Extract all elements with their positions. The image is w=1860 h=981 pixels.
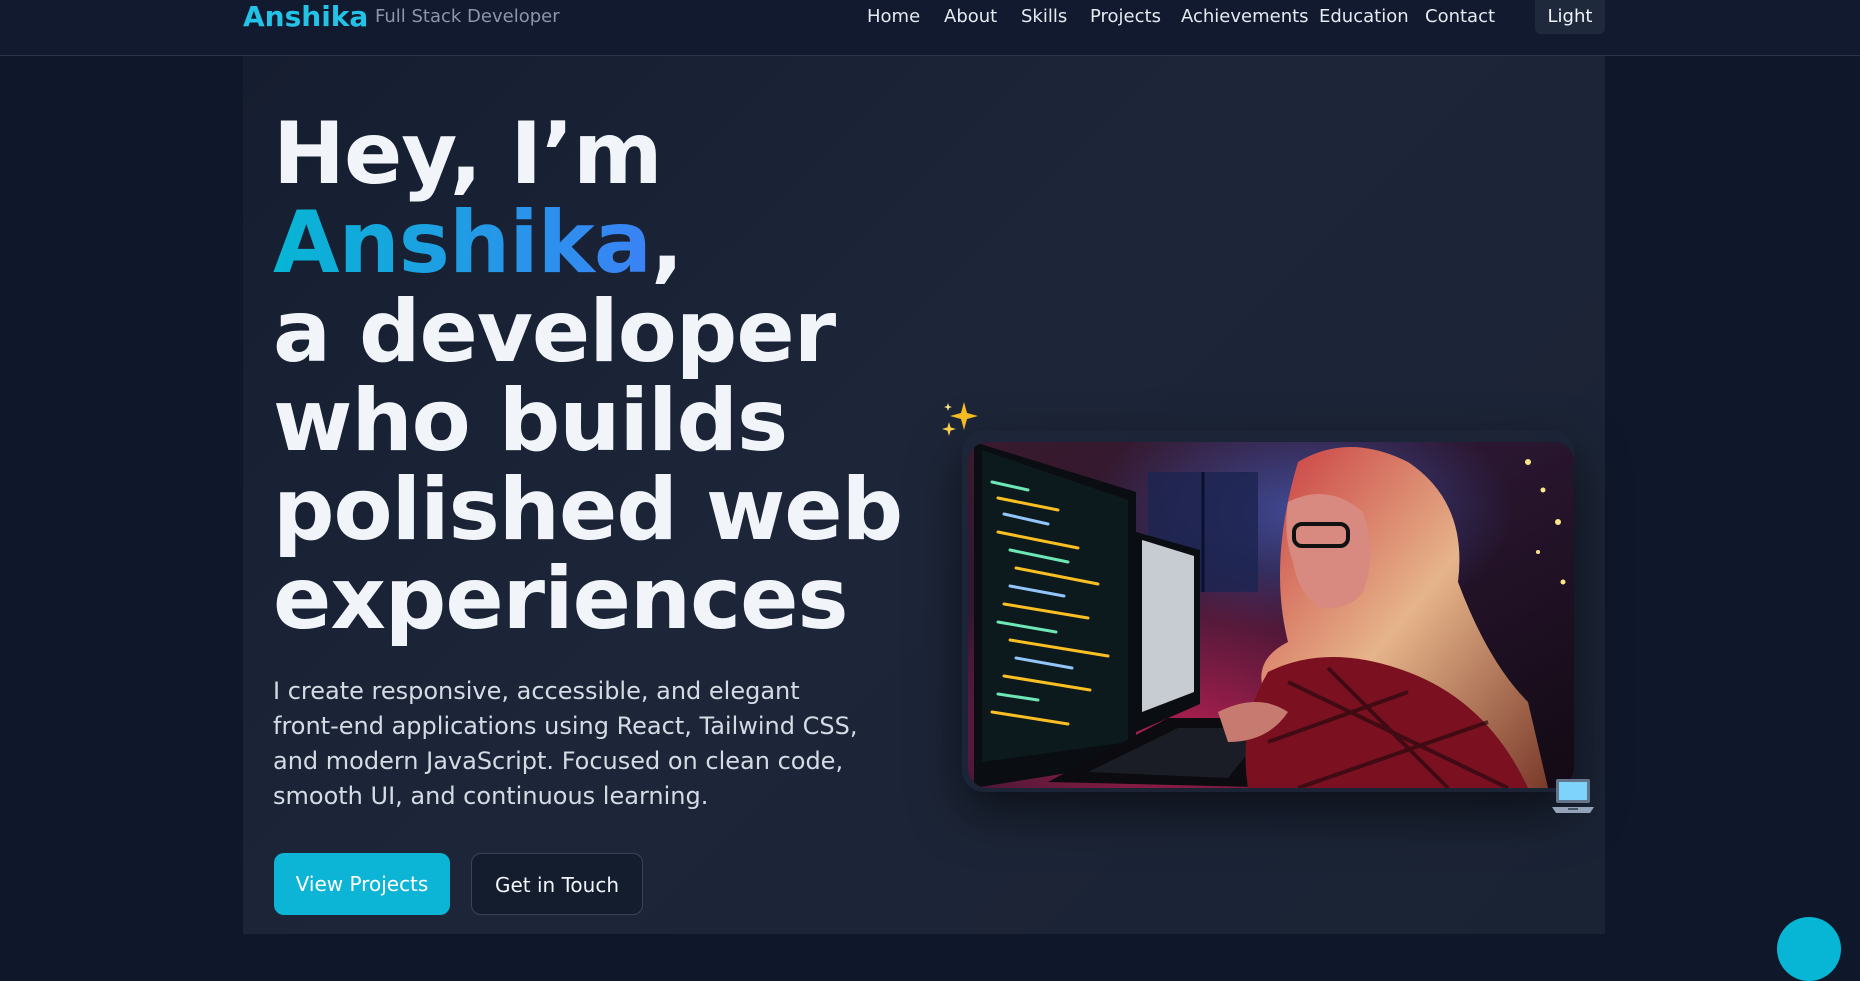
hero-title-comma: , — [650, 193, 684, 293]
view-projects-button[interactable]: View Projects — [274, 853, 450, 915]
hero-title-line-5: polished web — [273, 460, 903, 560]
hero-title-name: Anshika — [273, 193, 652, 293]
hero-title-line-6: experiences — [273, 549, 849, 649]
nav-link-skills[interactable]: Skills — [1021, 5, 1067, 29]
nav-link-contact[interactable]: Contact — [1425, 5, 1495, 29]
nav-link-projects[interactable]: Projects — [1090, 5, 1161, 29]
get-in-touch-button[interactable]: Get in Touch — [471, 853, 643, 915]
theme-toggle-button[interactable]: Light — [1535, 0, 1605, 34]
chat-fab-button[interactable] — [1777, 917, 1841, 981]
hero-title-greeting: Hey, I’m — [273, 104, 663, 204]
hero-description: I create responsive, accessible, and ele… — [273, 677, 858, 810]
nav-link-achievements[interactable]: Achievements — [1181, 5, 1309, 29]
nav-link-home[interactable]: Home — [867, 5, 920, 29]
hero-image — [968, 442, 1574, 788]
nav-link-about[interactable]: About — [944, 5, 997, 29]
nav-link-education[interactable]: Education — [1319, 5, 1409, 29]
hero-title: Hey, I’m Anshika, a developer who builds… — [273, 110, 913, 644]
hero-title-line-3: a developer — [273, 282, 836, 382]
hero-title-line-4: who builds — [273, 371, 788, 471]
main-nav: Home About Skills Projects Achievements … — [0, 0, 1860, 34]
top-navbar: Anshika Full Stack Developer Home About … — [0, 0, 1860, 56]
laptop-icon — [1550, 773, 1596, 819]
